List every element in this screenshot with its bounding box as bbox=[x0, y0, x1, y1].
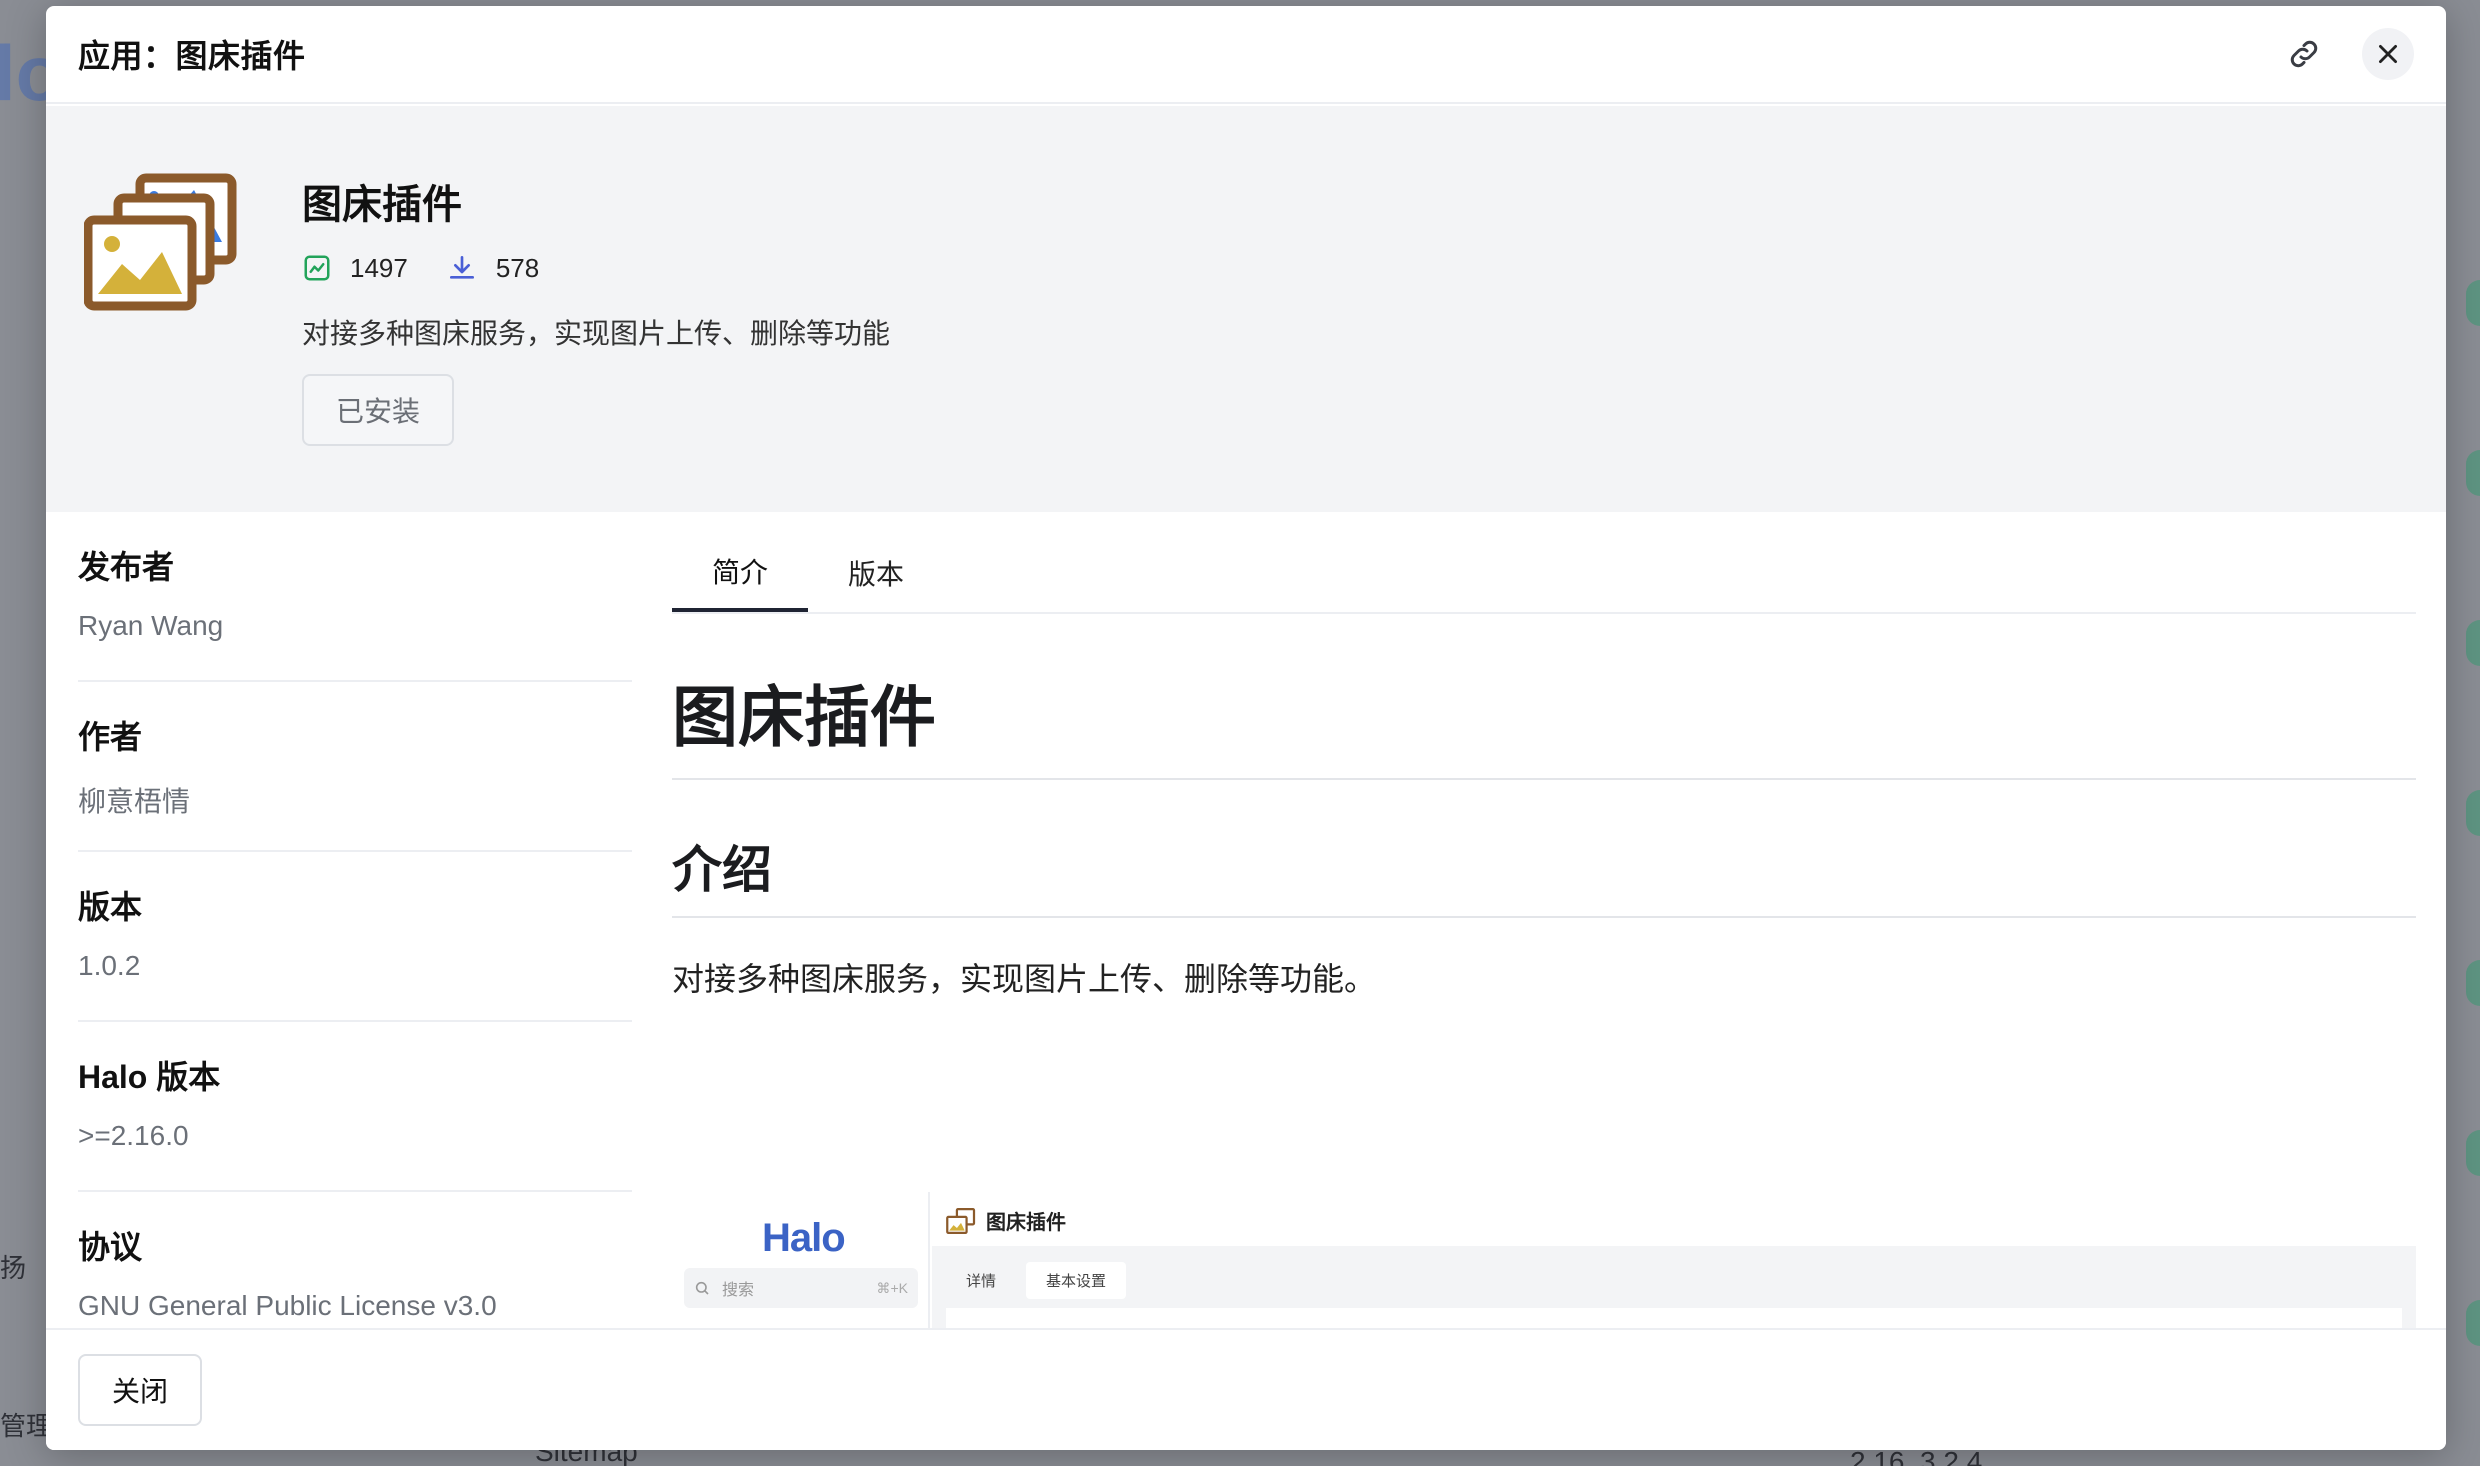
plugin-meta: 发布者 Ryan Wang 作者 柳意梧情 版本 1.0.2 Halo 版本 >… bbox=[78, 512, 632, 1328]
close-button[interactable]: 关闭 bbox=[78, 1354, 202, 1426]
modal-footer: 关闭 bbox=[46, 1328, 2446, 1450]
plugin-hero: 图床插件 1497 578 对接多种图床服务，实现图片上传、删除等功能 已安装 bbox=[46, 106, 2446, 512]
background-text: 扬 bbox=[0, 1253, 27, 1283]
screenshot-card bbox=[946, 1308, 2402, 1328]
background-status-dots bbox=[2466, 280, 2480, 1466]
image-gallery-icon bbox=[84, 173, 237, 311]
views-stat: 1497 bbox=[302, 253, 408, 284]
close-modal-button[interactable] bbox=[2362, 28, 2414, 80]
installed-button[interactable]: 已安装 bbox=[302, 374, 454, 446]
readme-panel: 简介 版本 图床插件 介绍 对接多种图床服务，实现图片上传、删除等功能。 Hal… bbox=[672, 512, 2416, 1328]
copy-link-button[interactable] bbox=[2278, 28, 2330, 80]
plugin-detail-modal: 应用：图床插件 图床插件 1497 578 对接多种图床服务，实现图片上传、删除… bbox=[46, 6, 2446, 1450]
readme-screenshot: Halo 搜索 ⌘+K 图床插件 详情 基本设置 bbox=[672, 1192, 2416, 1328]
trend-chart-icon bbox=[304, 255, 330, 281]
tab-intro[interactable]: 简介 bbox=[672, 512, 808, 612]
link-icon bbox=[2290, 40, 2318, 68]
search-icon bbox=[695, 1281, 709, 1295]
screenshot-body: 详情 基本设置 bbox=[932, 1246, 2416, 1328]
meta-license: 协议 GNU General Public License v3.0 bbox=[78, 1229, 497, 1321]
plugin-description: 对接多种图床服务，实现图片上传、删除等功能 bbox=[302, 318, 891, 349]
meta-halo-version: Halo 版本 >=2.16.0 bbox=[78, 1022, 632, 1192]
screenshot-sidebar: Halo 搜索 ⌘+K bbox=[672, 1192, 930, 1328]
views-count: 1497 bbox=[350, 252, 408, 283]
readme-paragraph: 对接多种图床服务，实现图片上传、删除等功能。 bbox=[672, 961, 1377, 997]
tab-versions[interactable]: 版本 bbox=[808, 512, 944, 612]
screenshot-search: 搜索 ⌘+K bbox=[684, 1268, 918, 1308]
image-gallery-icon bbox=[946, 1207, 976, 1234]
modal-title: 应用：图床插件 bbox=[78, 38, 306, 74]
screenshot-tabs: 详情 基本设置 bbox=[946, 1262, 1127, 1299]
download-icon bbox=[449, 255, 474, 279]
downloads-stat: 578 bbox=[446, 252, 539, 284]
meta-author: 作者 柳意梧情 bbox=[78, 682, 632, 852]
screenshot-title: 图床插件 bbox=[946, 1206, 1066, 1235]
detail-tabs: 简介 版本 bbox=[672, 512, 2416, 614]
plugin-stats: 1497 578 bbox=[302, 252, 577, 284]
close-icon bbox=[2379, 45, 2397, 63]
meta-publisher: 发布者 Ryan Wang bbox=[78, 512, 632, 682]
modal-content: 发布者 Ryan Wang 作者 柳意梧情 版本 1.0.2 Halo 版本 >… bbox=[46, 512, 2446, 1328]
modal-header: 应用：图床插件 bbox=[46, 6, 2446, 104]
screenshot-main: 图床插件 详情 基本设置 bbox=[932, 1192, 2416, 1328]
header-actions bbox=[2278, 28, 2414, 80]
readme-heading: 图床插件 bbox=[672, 664, 2416, 780]
halo-logo: Halo bbox=[762, 1216, 846, 1260]
downloads-count: 578 bbox=[495, 252, 540, 283]
plugin-name: 图床插件 bbox=[302, 183, 462, 227]
meta-version: 版本 1.0.2 bbox=[78, 852, 632, 1022]
readme-subheading: 介绍 bbox=[672, 830, 2416, 918]
